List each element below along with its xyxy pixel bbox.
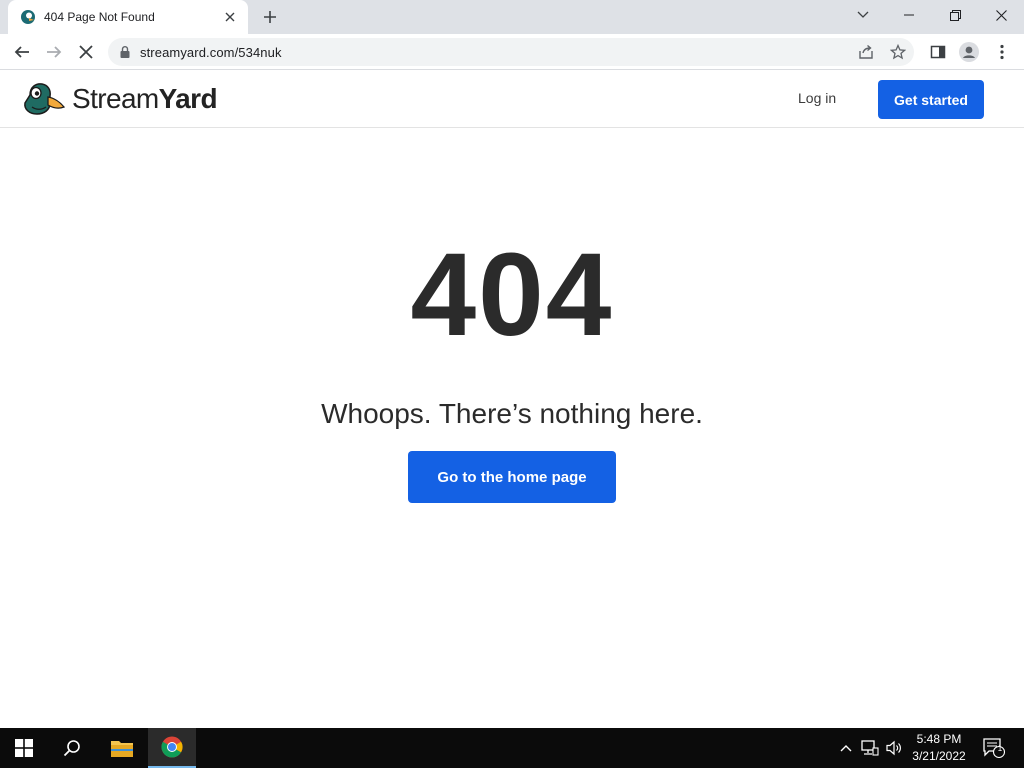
site-header: StreamYard Log in Get started: [0, 71, 1024, 128]
tab-search-icon[interactable]: [840, 0, 886, 30]
bookmark-star-icon[interactable]: [886, 40, 910, 64]
restore-icon[interactable]: [932, 0, 978, 30]
home-page-button[interactable]: Go to the home page: [408, 451, 616, 503]
file-explorer-icon[interactable]: [98, 728, 146, 768]
brand-first: Stream: [72, 83, 159, 114]
brand-second: Yard: [158, 83, 218, 114]
close-tab-icon[interactable]: [222, 9, 238, 25]
duck-logo-icon: [22, 81, 66, 117]
back-arrow-icon[interactable]: [10, 40, 34, 64]
stop-loading-icon[interactable]: [74, 40, 98, 64]
system-clock[interactable]: 5:48 PM 3/21/2022: [906, 731, 972, 765]
profile-avatar-icon[interactable]: [957, 40, 981, 64]
chrome-taskbar-icon[interactable]: [148, 728, 196, 768]
brand-wordmark: StreamYard: [72, 83, 218, 115]
tray-chevron-up-icon[interactable]: [836, 738, 856, 758]
browser-toolbar: streamyard.com/534nuk: [0, 34, 1024, 70]
browser-tab[interactable]: 404 Page Not Found: [8, 0, 248, 34]
url-text: streamyard.com/534nuk: [140, 44, 282, 60]
get-started-button[interactable]: Get started: [878, 80, 984, 119]
share-icon[interactable]: [854, 40, 878, 64]
clock-date: 3/21/2022: [912, 749, 966, 763]
lock-icon[interactable]: [120, 46, 130, 58]
taskbar: 5:48 PM 3/21/2022 1: [0, 728, 1024, 768]
tab-strip: 404 Page Not Found: [0, 0, 1024, 34]
search-icon[interactable]: [48, 728, 96, 768]
address-bar[interactable]: streamyard.com/534nuk: [108, 38, 914, 66]
volume-icon[interactable]: [884, 738, 904, 758]
close-window-icon[interactable]: [978, 0, 1024, 30]
notifications-icon[interactable]: 1: [982, 738, 1006, 758]
streamyard-logo[interactable]: StreamYard: [22, 79, 218, 119]
notification-count: 1: [997, 744, 1003, 753]
minimize-icon[interactable]: [886, 0, 932, 30]
new-tab-icon[interactable]: [258, 5, 282, 29]
windows-start-icon[interactable]: [0, 728, 48, 768]
menu-kebab-icon[interactable]: [990, 40, 1014, 64]
error-code: 404: [410, 229, 614, 361]
streamyard-favicon-icon: [20, 9, 36, 25]
error-message: Whoops. There’s nothing here.: [321, 398, 703, 429]
clock-time: 5:48 PM: [916, 732, 962, 746]
network-icon[interactable]: [860, 738, 880, 758]
tab-title: 404 Page Not Found: [44, 10, 155, 24]
login-link[interactable]: Log in: [788, 88, 846, 108]
side-panel-icon[interactable]: [926, 40, 950, 64]
main-content: 404 Whoops. There’s nothing here. Go to …: [0, 128, 1024, 728]
forward-arrow-icon[interactable]: [42, 40, 66, 64]
